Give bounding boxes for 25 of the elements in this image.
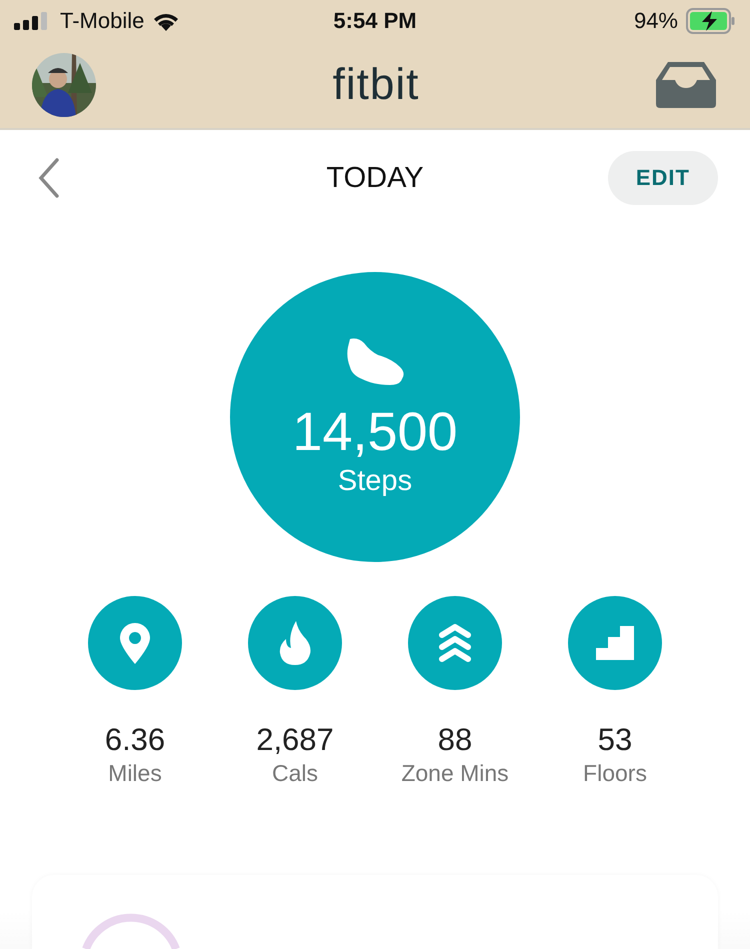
page-title: TODAY [326, 162, 424, 194]
stat-value: 88 [438, 722, 472, 758]
stat-value: 2,687 [256, 722, 334, 758]
battery-icon [686, 8, 736, 34]
stat-label: Floors [583, 760, 647, 787]
stat-label: Zone Mins [401, 760, 509, 787]
steps-label: Steps [338, 464, 412, 498]
stat-value: 6.36 [104, 722, 166, 758]
steps-circle[interactable]: 14,500 Steps [230, 272, 520, 562]
carrier-name: T-Mobile [60, 8, 144, 34]
stat-label: Cals [272, 760, 318, 787]
location-pin-icon [118, 622, 152, 664]
stairs-icon [596, 626, 634, 660]
status-time: 5:54 PM [333, 8, 417, 34]
inbox-icon[interactable] [656, 62, 716, 108]
edit-button[interactable]: EDIT [608, 151, 718, 205]
chevrons-up-icon [438, 623, 472, 663]
battery-percent: 94% [634, 8, 678, 34]
wifi-icon [152, 11, 180, 31]
app-logo: fitbit [332, 60, 420, 110]
flame-icon [278, 621, 312, 665]
stat-label: Miles [108, 760, 162, 787]
back-icon[interactable] [38, 158, 60, 198]
steps-value: 14,500 [292, 400, 458, 462]
stat-value: 53 [598, 722, 632, 758]
